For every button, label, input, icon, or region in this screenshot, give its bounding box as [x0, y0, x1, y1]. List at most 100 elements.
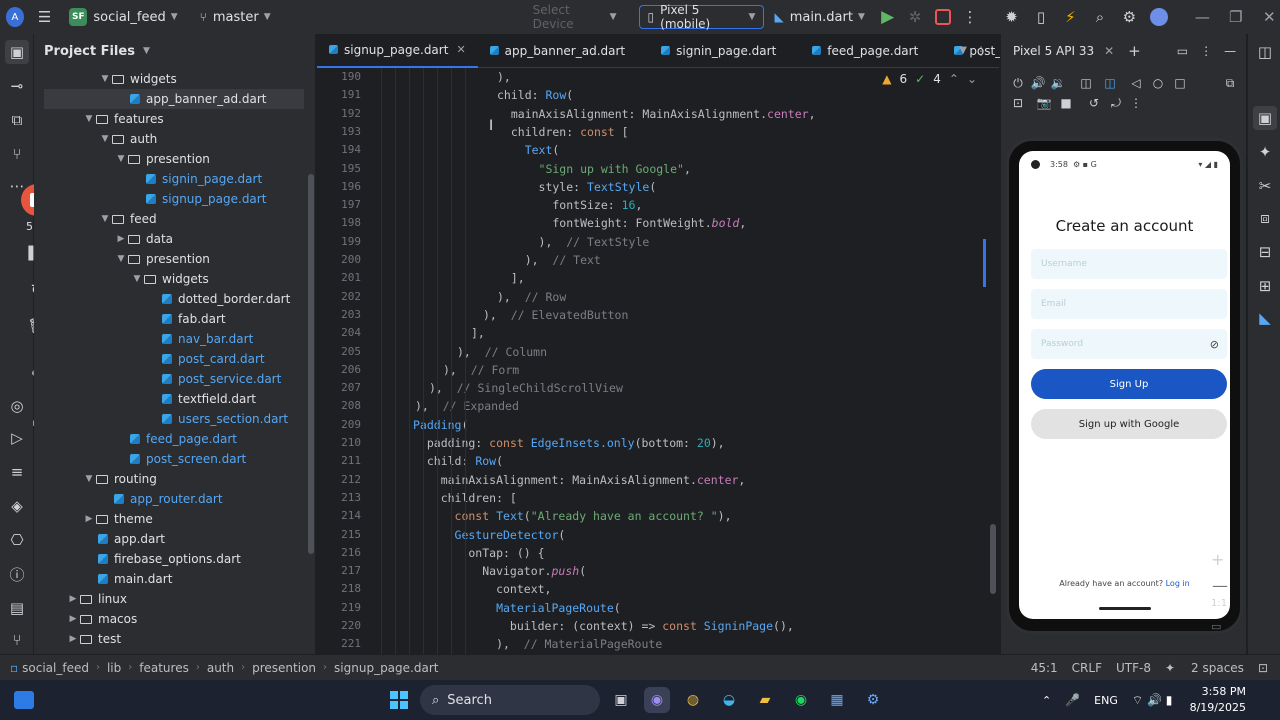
tree-folder[interactable]: ▼ presention	[34, 149, 304, 169]
tabs-overflow-chevron-icon[interactable]: ▼	[959, 45, 967, 56]
tree-folder[interactable]: ▼ features	[34, 109, 304, 129]
pull-request-icon[interactable]: ⑂	[5, 142, 29, 166]
breadcrumb-item[interactable]: auth	[207, 661, 234, 675]
tree-file[interactable]: fab.dart	[34, 309, 304, 329]
taskbar-clock[interactable]: 3:58 PM 8/19/2025	[1190, 684, 1246, 716]
flutter-inspector-icon[interactable]: ◎	[5, 394, 29, 418]
debug-bug-icon[interactable]: ✹	[1001, 5, 1022, 29]
task-view-icon[interactable]: ▣	[608, 687, 634, 713]
rotate-right-icon[interactable]: ◫	[1101, 74, 1119, 92]
tray-overflow-icon[interactable]: ⌃	[1042, 694, 1051, 707]
file-explorer-icon[interactable]: ▰	[752, 687, 778, 713]
tree-file[interactable]: post_service.dart	[34, 369, 304, 389]
chevron-down-icon[interactable]: ▼	[82, 474, 96, 484]
tree-folder[interactable]: ▼ presention	[34, 249, 304, 269]
run-icon[interactable]: ▶	[877, 5, 898, 29]
tree-file[interactable]: firebase_options.dart	[34, 549, 304, 569]
editor-tab[interactable]: signup_page.dart ✕	[317, 34, 478, 68]
fold-icon[interactable]: ⊡	[1009, 94, 1027, 112]
volume-up-icon[interactable]: 🔊	[1029, 74, 1047, 92]
running-devices-icon[interactable]: ▣	[1253, 106, 1277, 130]
tree-folder[interactable]: ▼ widgets	[34, 269, 304, 289]
settings-icon[interactable]: ⋮	[1127, 94, 1145, 112]
tree-file[interactable]: feed_page.dart	[34, 429, 304, 449]
device-placeholder-selector[interactable]: Select Device ▼	[533, 3, 617, 31]
line-ending[interactable]: CRLF	[1072, 661, 1102, 675]
chevron-down-icon[interactable]: ▼	[98, 214, 112, 224]
settings-gear-icon[interactable]: ⚙	[1119, 5, 1140, 29]
tree-file[interactable]: users_section.dart	[34, 409, 304, 429]
inspection-widget[interactable]: ▲ 6 ✓ 4 ⌃ ⌄	[882, 72, 977, 86]
emulator-tab[interactable]: Pixel 5 API 33 ✕ + ▭ ⋮ —	[1001, 34, 1246, 68]
editor-tab[interactable]: app_banner_ad.dart	[478, 34, 649, 68]
tree-file[interactable]: dotted_border.dart	[34, 289, 304, 309]
chrome-icon[interactable]: ◍	[680, 687, 706, 713]
zoom-in-icon[interactable]: +	[1211, 550, 1224, 569]
overview-icon[interactable]: □	[1171, 74, 1189, 92]
build-icon[interactable]: ⎔	[5, 528, 29, 552]
tools-icon[interactable]: ✂	[1253, 174, 1277, 198]
tree-file[interactable]: app.dart	[34, 529, 304, 549]
close-window-icon[interactable]: ✕	[1259, 5, 1280, 29]
tree-file[interactable]: app_router.dart	[34, 489, 304, 509]
run-panel-icon[interactable]: ▷	[5, 426, 29, 450]
tree-folder[interactable]: ▼ feed	[34, 209, 304, 229]
rotate-left-icon[interactable]: ◫	[1077, 74, 1095, 92]
terminal-icon[interactable]: ▤	[5, 596, 29, 620]
screenshot-icon[interactable]: 📷	[1035, 94, 1053, 112]
window-options-icon[interactable]: ▭	[1177, 44, 1188, 58]
restore-window-icon[interactable]: ❐	[1225, 5, 1246, 29]
visibility-off-icon[interactable]: ⊘	[1210, 338, 1219, 351]
widgets-icon[interactable]	[14, 691, 34, 709]
tree-file[interactable]: nav_bar.dart	[34, 329, 304, 349]
gemini-status-icon[interactable]: ✦	[1165, 661, 1175, 675]
device-manager-icon[interactable]: ▯	[1030, 5, 1051, 29]
more-vertical-icon[interactable]: ⋮	[1200, 44, 1212, 58]
device-explorer-icon[interactable]: ⊞	[1253, 274, 1277, 298]
breadcrumb-item[interactable]: signup_page.dart	[334, 661, 438, 675]
git-icon[interactable]: ⑂	[5, 628, 29, 652]
back-icon[interactable]: ◁	[1127, 74, 1145, 92]
login-link[interactable]: Log in	[1166, 579, 1190, 588]
volume-down-icon[interactable]: 🔉	[1049, 74, 1067, 92]
power-icon[interactable]: ⏻	[1009, 74, 1027, 92]
breadcrumb-item[interactable]: social_feed	[22, 661, 89, 675]
copilot-icon[interactable]: ◉	[644, 687, 670, 713]
chevron-right-icon[interactable]: ▶	[82, 514, 96, 524]
user-avatar-icon[interactable]	[1148, 5, 1169, 29]
stop-icon[interactable]	[932, 5, 953, 29]
tree-folder[interactable]: ▶ test	[34, 629, 304, 649]
close-icon[interactable]: ✕	[456, 43, 465, 56]
branch-selector[interactable]: ⑂ master ▼	[200, 10, 271, 25]
breadcrumb-item[interactable]: presention	[252, 661, 316, 675]
editor-scrollbar[interactable]	[990, 524, 996, 594]
layout-inspector-icon[interactable]: ⧈	[1253, 206, 1277, 230]
tree-folder[interactable]: ▶ macos	[34, 609, 304, 629]
chevron-right-icon[interactable]: ▶	[114, 234, 128, 244]
structure-icon[interactable]: ⧉	[5, 108, 29, 132]
tree-folder[interactable]: ▼ auth	[34, 129, 304, 149]
tree-folder[interactable]: ▼ widgets	[34, 69, 304, 89]
chevron-right-icon[interactable]: ▶	[66, 594, 80, 604]
run-config-selector[interactable]: ◣ main.dart ▼	[774, 10, 864, 25]
reset-icon[interactable]: ↺	[1085, 94, 1103, 112]
project-selector[interactable]: SF social_feed ▼	[69, 8, 178, 26]
tree-file[interactable]: signin_page.dart	[34, 169, 304, 189]
gem-icon[interactable]: ◈	[5, 494, 29, 518]
home-icon[interactable]: ○	[1149, 74, 1167, 92]
wifi-volume-battery-icons[interactable]: ⌔ 🔊 ▮	[1132, 693, 1172, 708]
tree-file[interactable]: textfield.dart	[34, 389, 304, 409]
problems-icon[interactable]: ⓘ	[5, 562, 29, 586]
taskbar-search[interactable]: ⌕ Search	[420, 685, 600, 715]
tree-file[interactable]: main.dart	[34, 569, 304, 589]
zoom-out-icon[interactable]: —	[1212, 576, 1228, 595]
commit-icon[interactable]: ⊸	[5, 74, 29, 98]
code-area[interactable]: 190), 191 child: Row(192 mainAxisAlignment…	[317, 68, 999, 654]
notifications-icon[interactable]: ◫	[1253, 40, 1277, 64]
chevron-down-icon[interactable]: ▼	[130, 274, 144, 284]
edge-icon[interactable]: ◒	[716, 687, 742, 713]
editor-tab[interactable]: feed_page.dart	[800, 34, 942, 68]
chevron-down-icon[interactable]: ▼	[98, 134, 112, 144]
phone-screen[interactable]: 3:58 ⚙ ▪ G ▾ ◢ ▮ Create an account Usern…	[1019, 151, 1230, 619]
add-icon[interactable]: +	[1128, 42, 1141, 60]
